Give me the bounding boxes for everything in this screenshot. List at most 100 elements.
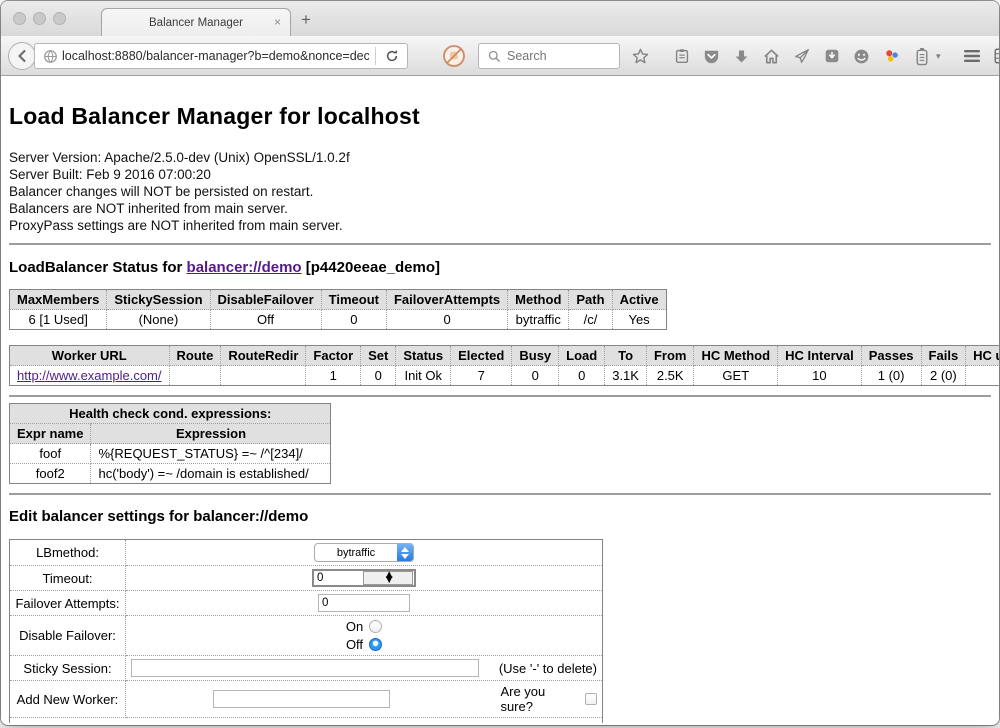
table-cell: foof [10,444,91,464]
server-version-line: Server Version: Apache/2.5.0-dev (Unix) … [9,149,991,166]
window-minimize-button[interactable] [33,12,46,25]
form-row-lbmethod: LBmethod: bytraffic [10,540,603,566]
column-header: From [646,346,694,366]
column-header: Timeout [321,290,386,310]
window-close-button[interactable] [13,12,26,25]
table-header-row: MaxMembers StickySession DisableFailover… [10,290,667,310]
balancer-demo-link[interactable]: balancer://demo [187,259,302,276]
column-header: Factor [306,346,361,366]
form-row-submit: Submit [10,718,603,724]
back-button[interactable] [8,42,36,70]
select-stepper-icon [397,543,413,562]
sticky-session-input[interactable] [131,659,479,677]
reload-icon[interactable] [382,47,401,66]
server-info: Server Version: Apache/2.5.0-dev (Unix) … [9,149,991,234]
bookmark-star-icon[interactable] [631,47,650,66]
table-cell: 7 [451,366,512,386]
add-worker-input[interactable] [213,690,390,708]
grid-extension-icon[interactable] [993,47,999,66]
extension-dots-icon[interactable] [882,47,901,66]
failover-attempts-input[interactable] [318,594,410,612]
table-cell [966,366,999,386]
column-header: Elected [451,346,512,366]
column-header: Worker URL [10,346,170,366]
disable-failover-label: Disable Failover: [10,616,126,656]
table-cell: /c/ [569,310,612,330]
table-row: foof %{REQUEST_STATUS} =~ /^[234]/ [10,444,331,464]
table-cell: GET [694,366,778,386]
table-cell: http://www.example.com/ [10,366,170,386]
globe-icon [41,47,60,66]
url-bar[interactable]: localhost:8880/balancer-manager?b=demo&n… [34,43,408,69]
table-cell: 0 [321,310,386,330]
radio-on-label: On [346,619,363,634]
column-header: FailoverAttempts [386,290,507,310]
form-row-disable-failover: Disable Failover: On Off [10,616,603,656]
navigation-toolbar: localhost:8880/balancer-manager?b=demo&n… [1,36,999,76]
sticky-session-label: Sticky Session: [10,656,126,681]
home-icon[interactable] [762,47,781,66]
table-header-row: Worker URL Route RouteRedir Factor Set S… [10,346,1000,366]
lbmethod-select[interactable]: bytraffic [314,543,414,562]
divider [9,493,991,495]
download-box-icon[interactable] [822,47,841,66]
table-cell: 10 [778,366,862,386]
divider [9,395,991,397]
send-plane-icon[interactable] [792,47,811,66]
column-header: HC Interval [778,346,862,366]
table-cell: Init Ok [396,366,451,386]
tab-strip: Balancer Manager × + [1,1,999,36]
table-header-row: Expr name Expression [10,424,331,444]
status-heading-suffix: [p4420eeae_demo] [302,259,440,276]
inherit-notice-line: Balancers are NOT inherited from main se… [9,200,991,217]
column-header: Fails [921,346,966,366]
submit-cell: Submit [10,718,603,724]
failover-attempts-label: Failover Attempts: [10,591,126,616]
table-cell: 0 [512,366,559,386]
worker-table: Worker URL Route RouteRedir Factor Set S… [9,345,999,386]
window-zoom-button[interactable] [53,12,66,25]
table-cell: (None) [107,310,210,330]
downloads-icon[interactable] [732,47,751,66]
balancer-status-table: MaxMembers StickySession DisableFailover… [9,289,667,330]
table-cell: 1 [306,366,361,386]
column-header: HC uri [966,346,999,366]
radio-off-label: Off [346,637,363,652]
menu-hamburger-icon[interactable] [963,47,982,66]
lbmethod-label: LBmethod: [10,540,126,566]
feedback-smiley-icon[interactable] [852,47,871,66]
adblock-icon[interactable] [442,44,466,68]
are-you-sure-checkbox[interactable] [585,693,597,705]
disable-failover-off-radio[interactable] [369,638,382,651]
search-input[interactable] [507,49,619,63]
edit-balancer-form: LBmethod: bytraffic Timeout: 0 [9,539,603,723]
number-stepper-icon[interactable]: ▲▼ [363,571,414,585]
bookmarks-clipboard-icon[interactable] [672,47,691,66]
pocket-icon[interactable] [702,47,721,66]
column-header: To [605,346,647,366]
sticky-session-hint: (Use '-' to delete) [499,661,597,676]
tab-title: Balancer Manager [149,17,243,29]
worker-url-link[interactable]: http://www.example.com/ [17,368,162,383]
tab-balancer-manager[interactable]: Balancer Manager × [101,8,291,36]
column-header: Load [559,346,605,366]
loadbalancer-status-heading: LoadBalancer Status for balancer://demo … [9,259,991,276]
tab-close-icon[interactable]: × [274,15,281,29]
new-tab-button[interactable]: + [301,10,311,30]
overflow-caret-icon[interactable]: ▾ [936,51,941,62]
column-header: Path [569,290,612,310]
column-header: DisableFailover [210,290,321,310]
column-header: Expr name [10,424,91,444]
search-bar[interactable] [478,43,620,69]
health-check-table: Health check cond. expressions: Expr nam… [9,403,331,484]
are-you-sure-label: Are you sure? [500,684,577,714]
table-cell: 0 [361,366,396,386]
back-arrow-icon [15,49,29,63]
column-header: Passes [861,346,921,366]
table-cell [221,366,306,386]
divider [9,243,991,245]
battery-icon[interactable] [912,47,931,66]
url-text[interactable]: localhost:8880/balancer-manager?b=demo&n… [62,49,369,63]
timeout-input[interactable]: 0 ▲▼ [312,569,416,587]
disable-failover-on-radio[interactable] [369,620,382,633]
